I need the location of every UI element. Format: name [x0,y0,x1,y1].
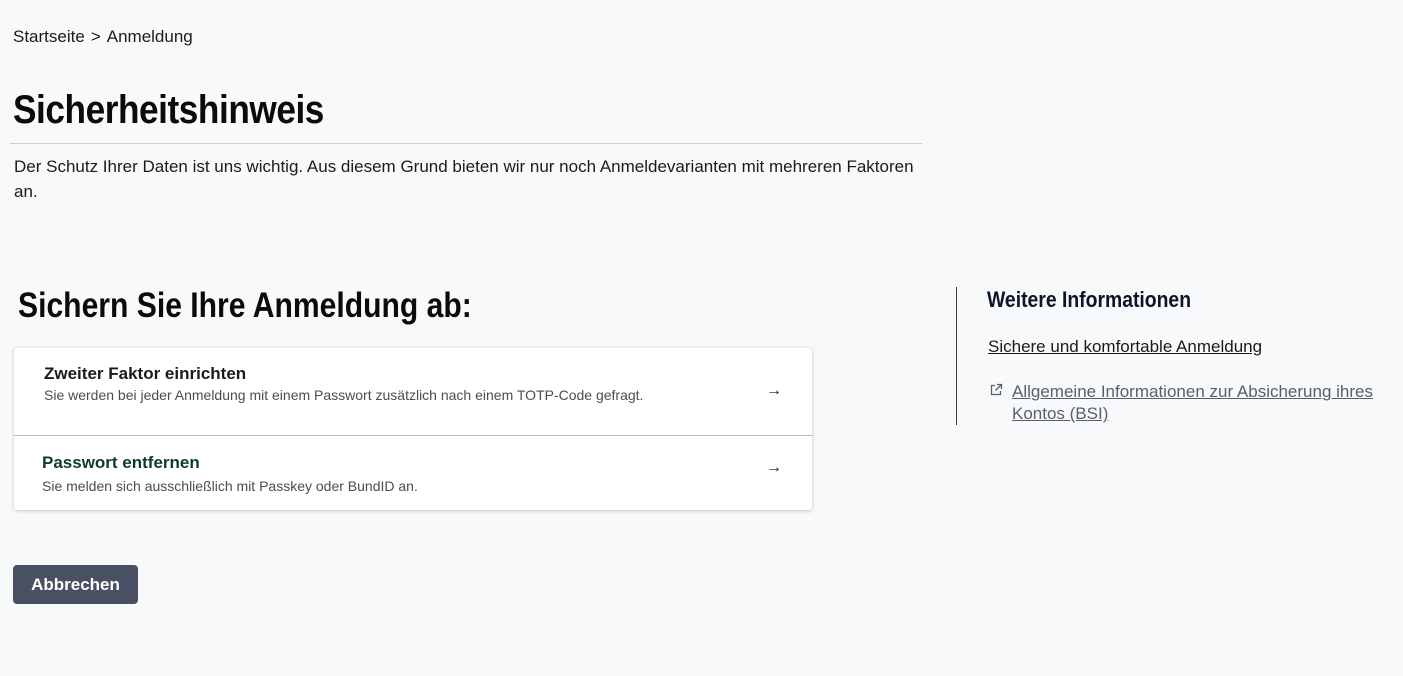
option-second-factor[interactable]: Zweiter Faktor einrichten Sie werden bei… [14,348,812,436]
external-link-icon [989,383,1003,397]
option-title: Passwort entfernen [42,453,200,472]
arrow-right-icon: → [766,382,782,399]
sidebar-divider [956,287,957,425]
arrow-right-icon: → [766,459,782,476]
title-divider [10,143,922,144]
secure-login-link[interactable]: Sichere und komfortable Anmeldung [988,337,1262,357]
option-description: Sie melden sich ausschließlich mit Passk… [42,478,418,494]
page-title: Sicherheitshinweis [13,88,324,132]
breadcrumb-separator: > [90,27,101,46]
breadcrumb-home-link[interactable]: Startseite [13,27,85,47]
sidebar-title: Weitere Informationen [987,287,1192,312]
option-remove-password[interactable]: Passwort entfernen Sie melden sich aussc… [14,436,812,510]
intro-text: Der Schutz Ihrer Daten ist uns wichtig. … [14,157,914,201]
cancel-button[interactable]: Abbrechen [13,565,138,604]
breadcrumb-current: Anmeldung [106,27,193,46]
section-title: Sichern Sie Ihre Anmeldung ab: [18,286,472,325]
bsi-info-link[interactable]: Allgemeine Informationen zur Absicherung… [1012,381,1397,425]
option-description: Sie werden bei jeder Anmeldung mit einem… [44,387,644,403]
breadcrumb: Startseite > Anmeldung [13,27,193,47]
option-title: Zweiter Faktor einrichten [44,364,247,383]
options-card: Zweiter Faktor einrichten Sie werden bei… [14,348,812,510]
